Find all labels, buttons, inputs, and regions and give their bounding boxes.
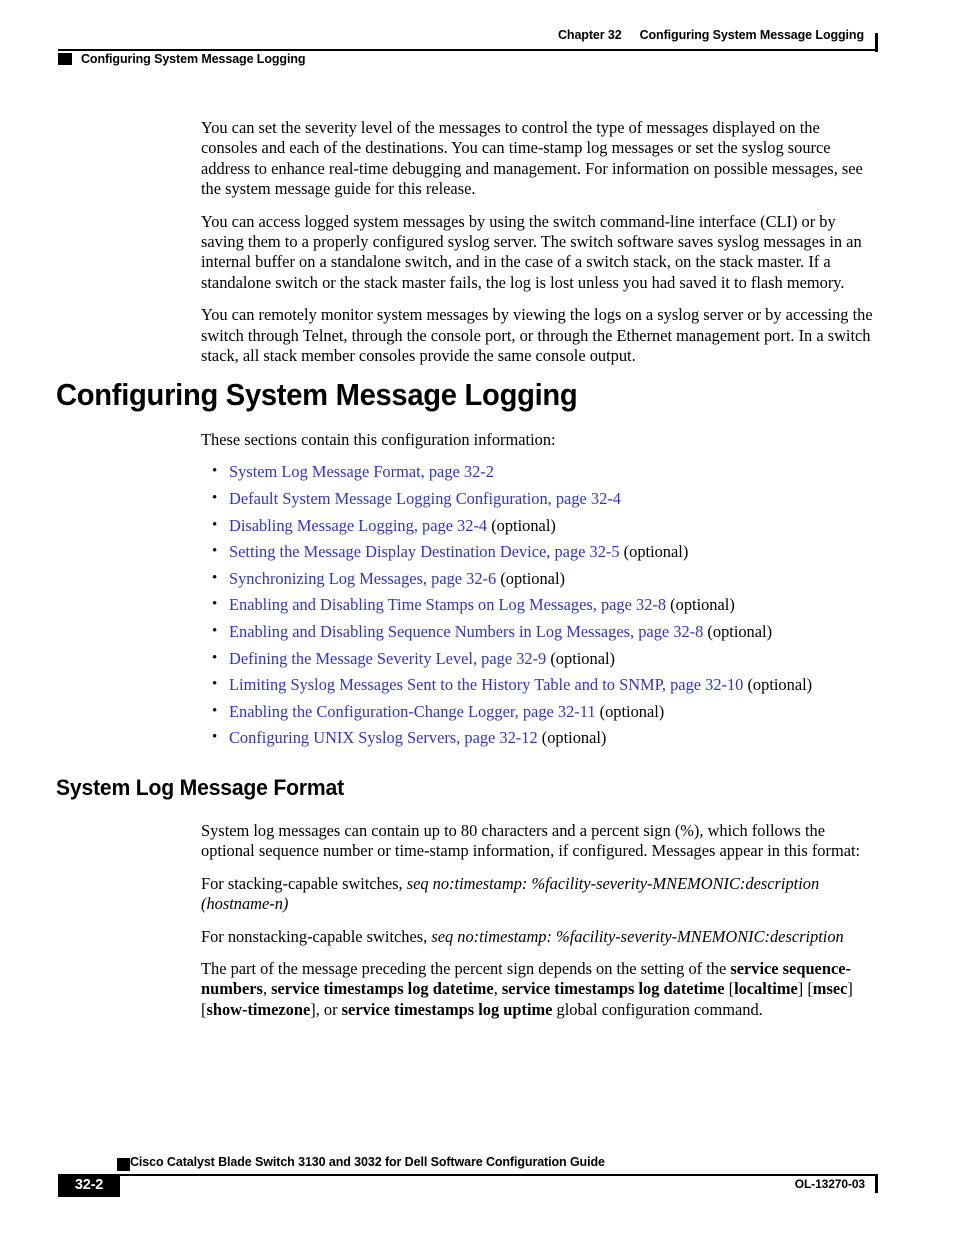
list-item[interactable]: Configuring UNIX Syslog Servers, page 32… [201,727,873,748]
list-item[interactable]: Defining the Message Severity Level, pag… [201,648,873,669]
list-item[interactable]: Disabling Message Logging, page 32-4 (op… [201,515,873,536]
section-heading-message-format: System Log Message Format [56,775,344,800]
section-link[interactable]: Default System Message Logging Configura… [229,489,621,508]
header-chapter-title: Configuring System Message Logging [639,28,865,42]
text-fragment: [ [724,979,735,999]
command-keyword: show-timezone [206,999,311,1019]
format-nonstacking-line: For nonstacking-capable switches, seq no… [201,927,873,947]
section-links-list: System Log Message Format, page 32-2 Def… [201,461,873,748]
format-paragraph-1: System log messages can contain up to 80… [201,821,861,861]
section-link-suffix: (optional) [703,621,773,641]
section-link-suffix: (optional) [496,568,565,588]
header-chapter-number: Chapter 32 [557,28,622,42]
intro-paragraphs: You can set the severity level of the me… [201,118,873,366]
section-link[interactable]: Enabling and Disabling Sequence Numbers … [229,622,703,641]
section-link-suffix: (optional) [546,648,615,668]
command-keyword: localtime [734,979,798,999]
section-link[interactable]: Configuring UNIX Syslog Servers, page 32… [229,728,538,747]
text-fragment: global configuration command. [552,999,763,1019]
message-format-block: System log messages can contain up to 80… [201,821,873,1020]
format-final-paragraph: The part of the message preceding the pe… [201,959,873,1020]
page-number: 32-2 [74,1177,104,1193]
list-item[interactable]: Limiting Syslog Messages Sent to the His… [201,674,873,695]
command-name: service timestamps log uptime [341,999,553,1019]
page-footer: Cisco Catalyst Blade Switch 3130 and 303… [58,1155,878,1215]
intro-paragraph-2: You can access logged system messages by… [201,211,862,292]
header-left-group: Configuring System Message Logging [58,50,306,68]
section-link-suffix: (optional) [619,542,689,562]
command-keyword: msec [812,979,848,999]
text-fragment: ], or [310,999,342,1019]
header-section-title: Configuring System Message Logging [81,52,306,66]
sections-lead-in: These sections contain this configuratio… [201,430,556,449]
configuration-sections-block: These sections contain this configuratio… [201,430,873,755]
section-link[interactable]: Defining the Message Severity Level, pag… [229,649,546,668]
header-square-icon [58,53,72,65]
list-item[interactable]: Default System Message Logging Configura… [201,488,873,509]
intro-paragraph-1: You can set the severity level of the me… [201,118,863,199]
section-link[interactable]: Enabling and Disabling Time Stamps on Lo… [229,595,666,614]
section-link-suffix: (optional) [743,675,813,695]
list-item[interactable]: Synchronizing Log Messages, page 32-6 (o… [201,568,873,589]
text-fragment: , [493,979,502,999]
header-chapter-reference: Chapter 32 Configuring System Message Log… [558,28,864,42]
command-name: service timestamps log datetime [501,979,725,999]
footer-square-icon [117,1158,130,1171]
section-link[interactable]: Disabling Message Logging, page 32-4 [229,516,487,535]
command-name: service timestamps log datetime [271,979,494,999]
text-fragment: The part of the message preceding the pe… [201,959,731,979]
footer-edge-tick [875,1174,878,1193]
list-item[interactable]: Enabling and Disabling Sequence Numbers … [201,621,873,642]
list-item[interactable]: Enabling and Disabling Time Stamps on Lo… [201,594,873,615]
footer-document-id: OL-13270-03 [794,1177,865,1191]
format-stacking-line: For stacking-capable switches, seq no:ti… [201,874,873,915]
stacking-prefix: For stacking-capable switches, [201,873,407,893]
footer-rule [58,1174,878,1176]
document-page: Chapter 32 Configuring System Message Log… [0,0,954,1235]
page-header: Chapter 32 Configuring System Message Log… [58,28,878,68]
section-link-suffix: (optional) [537,728,607,748]
nonstacking-prefix: For nonstacking-capable switches, [201,926,432,946]
section-link-suffix: (optional) [487,515,556,535]
section-link[interactable]: System Log Message Format, page 32-2 [229,462,494,481]
page-title: Configuring System Message Logging [56,377,578,412]
list-item[interactable]: System Log Message Format, page 32-2 [201,461,873,482]
nonstacking-format-string: seq no:timestamp: %facility-severity-MNE… [431,926,844,946]
text-fragment: ] [ [797,979,813,999]
list-item[interactable]: Enabling the Configuration-Change Logger… [201,701,873,722]
text-fragment: , [262,979,272,999]
header-edge-tick [875,33,878,52]
intro-paragraph-3: You can remotely monitor system messages… [201,305,873,366]
section-link[interactable]: Enabling the Configuration-Change Logger… [229,702,596,721]
section-link-suffix: (optional) [595,701,665,721]
section-link[interactable]: Limiting Syslog Messages Sent to the His… [229,675,743,694]
footer-document-title: Cisco Catalyst Blade Switch 3130 and 303… [130,1155,605,1169]
list-item[interactable]: Setting the Message Display Destination … [201,541,873,562]
section-link[interactable]: Synchronizing Log Messages, page 32-6 [229,569,496,588]
section-link-suffix: (optional) [666,595,735,615]
section-link[interactable]: Setting the Message Display Destination … [229,542,620,561]
